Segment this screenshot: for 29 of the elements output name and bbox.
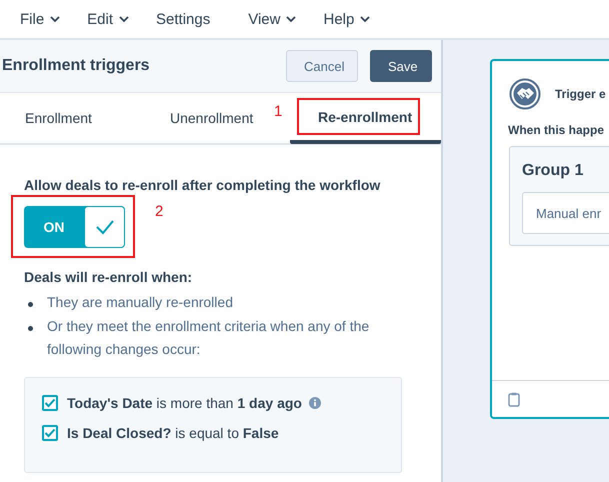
criterion-text: Today's Date is more than 1 day ago	[67, 395, 302, 411]
annotation-number: 1	[274, 103, 282, 120]
clipboard-icon[interactable]	[508, 392, 520, 406]
trigger-card[interactable]: Trigger e When this happe Group 1 Manual enr	[490, 59, 609, 419]
group-title: Group 1	[522, 162, 584, 180]
card-subtitle: When this happe	[507, 122, 605, 137]
subheading: Deals will re-enroll when:	[24, 269, 194, 285]
criterion-text: Is Deal Closed? is equal to False	[67, 425, 279, 441]
checkbox[interactable]	[42, 395, 58, 411]
menu-item[interactable]: File	[20, 10, 60, 28]
menu-item[interactable]: Settings	[156, 10, 210, 28]
setting-label: Allow deals to re-enroll after completing the workflow	[24, 177, 382, 193]
menu-item[interactable]: Help	[323, 10, 370, 28]
list-item: They are manually re-enrolled	[47, 293, 233, 312]
menu-item[interactable]: View	[248, 10, 296, 28]
bullet-icon	[28, 302, 33, 307]
checkmark-icon	[94, 219, 114, 235]
save-button[interactable]: Save	[370, 50, 432, 82]
card-title: Trigger e	[555, 87, 606, 101]
handshake-icon	[509, 78, 541, 110]
panel-title: Enrollment triggers	[2, 57, 150, 75]
trigger-item[interactable]: Manual enr	[522, 192, 609, 234]
list-item: Or they meet the enrollment criteria when any of the following changes occur:	[47, 317, 370, 359]
tab[interactable]: Enrollment	[0, 93, 145, 143]
menu-item[interactable]: Edit	[87, 10, 130, 28]
checkbox[interactable]	[42, 425, 58, 441]
annotation-number: 2	[155, 203, 164, 220]
bullet-icon	[28, 326, 33, 331]
cancel-button[interactable]: Cancel	[286, 50, 358, 82]
